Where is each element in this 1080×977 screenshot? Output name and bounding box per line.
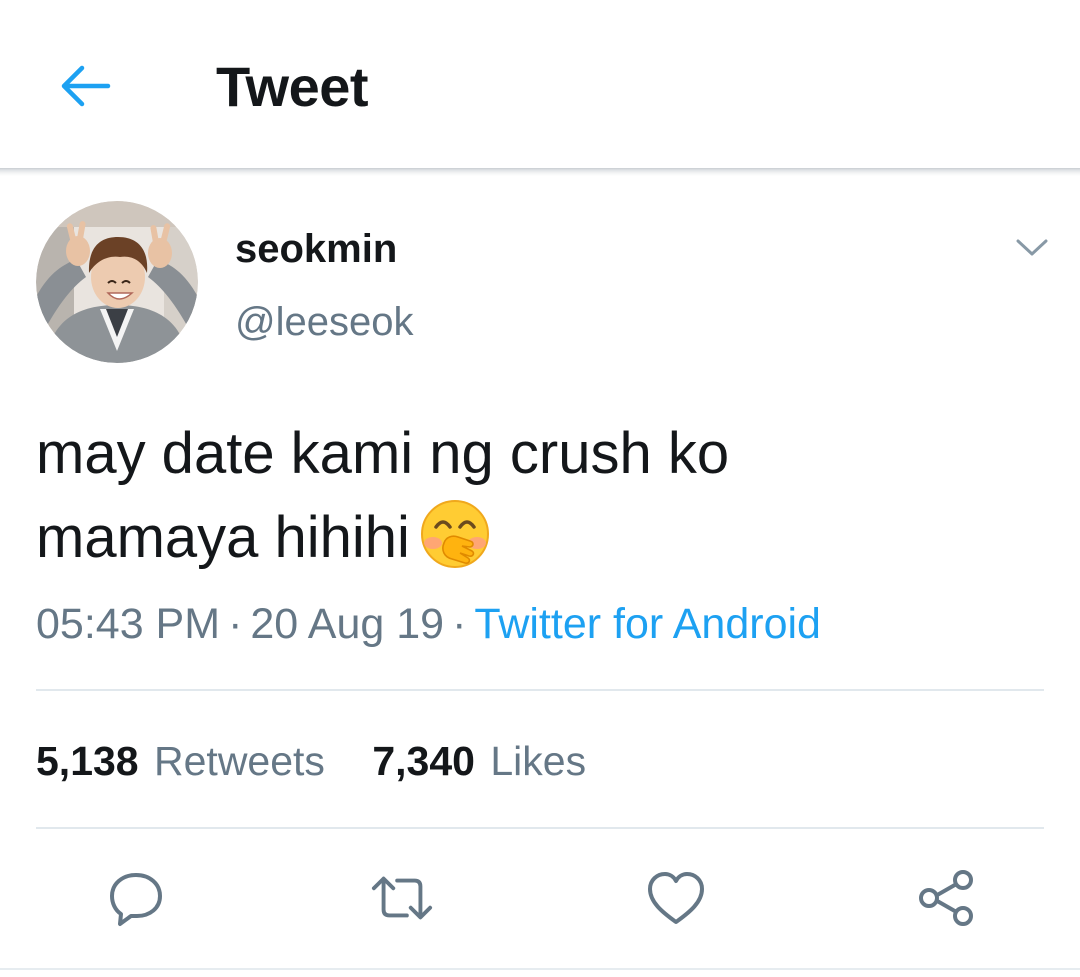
tweet-text-line-2: mamaya hihihi [36,496,1036,580]
heart-icon [648,872,704,924]
like-button[interactable] [644,866,708,930]
bottom-divider [0,968,1080,970]
page-title: Tweet [216,55,369,118]
divider [36,689,1044,691]
tweet-meta: 05:43 PM · 20 Aug 19 · Twitter for Android [36,597,821,651]
reply-icon [110,873,162,926]
tweet-stats: 5,138 Retweets 7,340 Likes [36,735,622,787]
meta-separator: · [452,600,467,648]
arrow-left-icon [61,65,111,107]
tweet-text-line-1: may date kami ng crush ko [36,421,730,486]
retweet-icon [371,876,433,920]
display-name[interactable]: seokmin [235,224,397,274]
likes-count: 7,340 [372,738,475,784]
avatar[interactable] [36,201,198,363]
tweet-detail-screen: Tweet seokmin @leeseok may date kami ng … [0,0,1080,977]
likes-label: Likes [490,738,587,784]
user-handle[interactable]: @leeseok [235,297,413,347]
back-button[interactable] [54,58,116,114]
app-bar: Tweet [0,0,1080,168]
tweet-text-line-2-text: mamaya hihihi [36,505,410,570]
tweet-time: 05:43 PM [36,600,221,648]
tweet-date: 20 Aug 19 [250,600,445,648]
reply-button[interactable] [104,866,168,930]
retweets-label: Retweets [154,738,325,784]
likes-stat[interactable]: 7,340 Likes [372,735,586,787]
share-icon [919,870,973,926]
retweets-count: 5,138 [36,738,139,784]
tweet-menu-button[interactable] [1008,228,1056,268]
divider [36,827,1044,829]
retweets-stat[interactable]: 5,138 Retweets [36,735,325,787]
tweet-text: may date kami ng crush ko mamaya hihihi [36,412,1036,580]
meta-separator: · [228,600,243,648]
chevron-down-icon [1016,239,1048,256]
face-with-hand-over-mouth-emoji [420,500,489,568]
tweet-source-link[interactable]: Twitter for Android [474,600,821,648]
retweet-button[interactable] [370,866,434,930]
app-bar-divider [0,168,1080,176]
share-button[interactable] [914,866,978,930]
profile-photo [36,201,198,363]
